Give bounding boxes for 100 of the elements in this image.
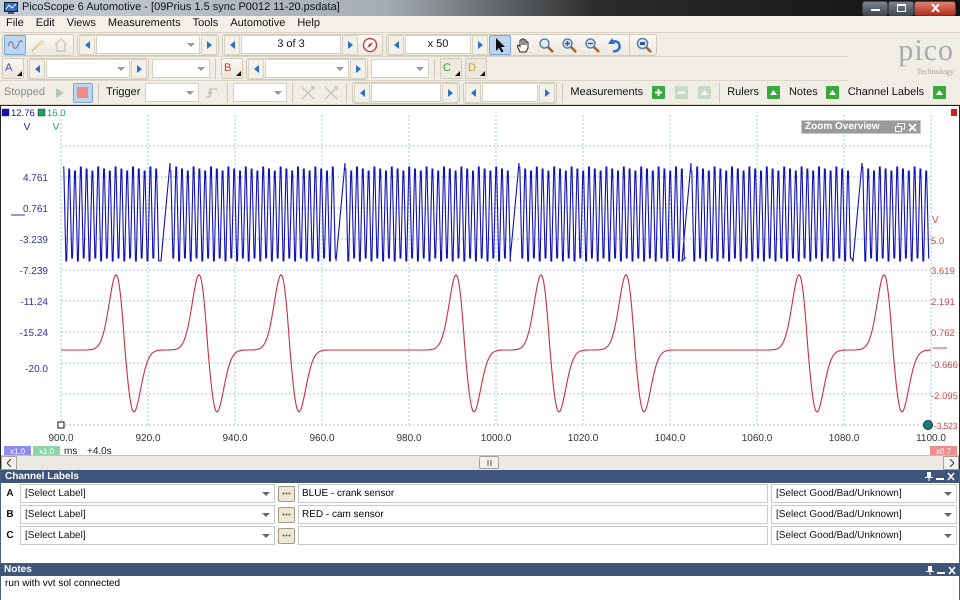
ruler-handle[interactable] [58, 422, 64, 428]
menu-item[interactable]: Views [60, 17, 102, 31]
channel-button[interactable]: B [221, 58, 243, 79]
axis-tick-label: -20.0 [25, 364, 48, 375]
restore-icon[interactable] [895, 122, 905, 132]
previous-button[interactable] [224, 34, 240, 54]
scrollbar-thumb[interactable] [479, 456, 499, 469]
panel-title: Notes [4, 564, 33, 576]
rating-dropdown[interactable]: [Select Good/Bad/Unknown] [771, 484, 957, 503]
rating-dropdown[interactable]: [Select Good/Bad/Unknown] [771, 505, 957, 524]
axis-tick-label: 5.0 [931, 236, 944, 247]
zoom-factor-field[interactable]: x 50 [405, 35, 471, 54]
pin-icon[interactable] [926, 566, 934, 574]
dropdown-field[interactable] [233, 83, 288, 102]
value-field[interactable] [482, 83, 538, 102]
dropdown-field[interactable] [371, 59, 429, 78]
label-dropdown[interactable]: [Select Label] [20, 484, 275, 503]
axis-tick-label: 940.0 [222, 433, 248, 444]
status-label: Stopped [3, 86, 46, 100]
zoom-overview-title: Zoom Overview [805, 121, 880, 133]
axis-tick-label: 960.0 [309, 433, 335, 444]
edge-icon [205, 86, 220, 100]
next-button[interactable] [539, 82, 556, 102]
browse-button[interactable] [278, 506, 295, 522]
pin-icon[interactable] [925, 472, 933, 481]
axis-tick-label: 0.761 [22, 204, 48, 215]
previous-button[interactable] [248, 58, 264, 78]
description-field[interactable]: BLUE - crank sensor [298, 484, 768, 503]
axis-tick-label: 1000.0 [480, 433, 512, 444]
dropdown-field[interactable] [265, 59, 349, 78]
axis-tick-label: -7.239 [20, 266, 48, 277]
buffer-counter-field[interactable]: 3 of 3 [241, 35, 341, 54]
next-button[interactable] [201, 34, 217, 54]
menu-item[interactable]: File [0, 17, 30, 31]
description-field[interactable] [298, 526, 768, 545]
previous-button[interactable] [79, 34, 95, 54]
caret-icon [944, 492, 952, 496]
menu-item[interactable]: Tools [186, 17, 224, 31]
label-dropdown[interactable]: [Select Label] [20, 505, 275, 524]
corner-triangle-icon [236, 71, 241, 76]
next-button[interactable] [131, 58, 147, 78]
previous-button[interactable] [354, 82, 370, 102]
range-label: 16.0 [47, 108, 66, 119]
previous-button[interactable] [29, 58, 45, 78]
view-tool-button[interactable] [489, 34, 511, 54]
mode-button[interactable] [4, 34, 26, 54]
menu-item[interactable]: Automotive [224, 17, 292, 31]
range-label: 12.76 [11, 108, 35, 119]
zoom-overview-icon [636, 36, 652, 52]
close-button[interactable] [914, 0, 956, 16]
right-triangle-icon [476, 40, 484, 50]
channel-marker [951, 109, 957, 116]
magnifier-icon [538, 36, 554, 52]
axis-tick-label: 900.0 [48, 433, 74, 444]
close-icon [930, 4, 940, 12]
chevron-right-icon [948, 459, 954, 467]
next-button[interactable] [350, 58, 366, 78]
previous-button[interactable] [465, 82, 482, 102]
menu-item[interactable]: Edit [30, 17, 61, 31]
dropdown-field[interactable] [145, 83, 200, 102]
right-triangle-icon [446, 88, 454, 98]
browse-button[interactable] [278, 486, 295, 502]
minimize-button[interactable] [862, 0, 888, 16]
left-triangle-icon [252, 64, 260, 74]
description-field[interactable]: RED - cam sensor [298, 505, 768, 524]
ruler-handle[interactable] [923, 420, 933, 430]
previous-button[interactable] [388, 34, 404, 54]
next-button[interactable] [342, 34, 358, 54]
caret-icon [197, 66, 205, 70]
menu-item[interactable]: Measurements [102, 17, 187, 31]
left-triangle-icon [392, 40, 400, 50]
dropdown-field[interactable] [152, 59, 210, 78]
corner-triangle-icon [480, 71, 485, 76]
browse-button[interactable] [278, 528, 295, 544]
left-triangle-icon [228, 40, 236, 50]
corner-triangle-icon [17, 71, 22, 76]
scroll-left-button[interactable] [1, 456, 17, 470]
rating-dropdown[interactable]: [Select Good/Bad/Unknown] [771, 526, 957, 545]
home-icon [53, 36, 69, 52]
compass-icon [362, 36, 378, 52]
scroll-right-button[interactable] [943, 456, 959, 470]
next-button[interactable] [472, 34, 488, 54]
close-icon[interactable] [947, 472, 955, 481]
close-icon[interactable] [948, 566, 956, 574]
next-button[interactable] [442, 82, 458, 102]
menu-item[interactable]: Help [291, 17, 326, 31]
dropdown-field[interactable] [96, 35, 200, 54]
label-dropdown[interactable]: [Select Label] [20, 526, 275, 545]
caret-icon [274, 90, 282, 94]
channel-button[interactable]: A [2, 58, 24, 79]
dropdown-field[interactable] [46, 59, 130, 78]
notes-field[interactable]: run with vvt sol connected [0, 576, 960, 600]
axis-tick-label: 3.619 [931, 266, 955, 277]
axis-tick-label: 1020.0 [568, 433, 598, 444]
zoom-in-icon [561, 36, 577, 52]
axis-tick-label: -0.666 [931, 360, 958, 371]
unit-label: V [24, 122, 30, 133]
maximize-button[interactable] [888, 0, 914, 16]
value-field[interactable] [371, 83, 442, 102]
maximize-icon [896, 4, 906, 12]
